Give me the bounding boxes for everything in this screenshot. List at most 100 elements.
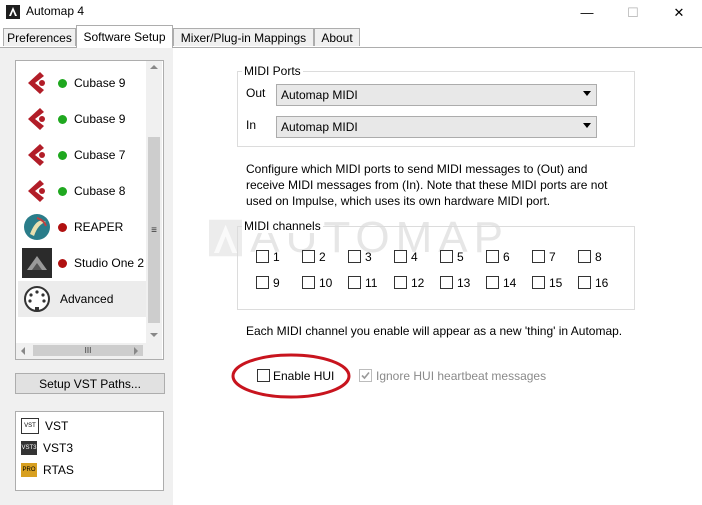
midi-in-value: Automap MIDI [281, 120, 358, 134]
plugin-format-label: VST3 [43, 441, 74, 455]
chevron-down-icon [583, 91, 591, 96]
channel-checkbox-11[interactable] [348, 276, 361, 289]
tab-mixer-plugin-mappings[interactable]: Mixer/Plug-in Mappings [173, 28, 314, 46]
channel-checkbox-2[interactable] [302, 250, 315, 263]
daw-list[interactable]: Cubase 9 Cubase 9 Cubase 7 Cubase 8 REAP… [15, 60, 164, 360]
channel-checkbox-8[interactable] [578, 250, 591, 263]
vst-icon: VST [21, 418, 39, 434]
maximize-button[interactable]: ☐ [610, 0, 656, 25]
ignore-hui-heartbeat-label: Ignore HUI heartbeat messages [376, 369, 547, 383]
status-dot-green [58, 114, 67, 124]
channel-label: 2 [319, 250, 326, 264]
channel-label: 14 [503, 276, 517, 290]
channel-label: 8 [595, 250, 602, 264]
channel-checkbox-15[interactable] [532, 276, 545, 289]
channel-label: 16 [595, 276, 609, 290]
cubase-icon [22, 68, 52, 98]
automap-app-icon [6, 5, 20, 19]
channel-checkbox-9[interactable] [256, 276, 269, 289]
channel-checkbox-10[interactable] [302, 276, 315, 289]
reaper-icon [24, 214, 50, 240]
tab-about[interactable]: About [314, 28, 360, 46]
list-item[interactable]: VST3 VST3 [21, 439, 73, 457]
channel-checkbox-1[interactable] [256, 250, 269, 263]
daw-label: Studio One 2 [74, 256, 145, 270]
channel-checkbox-14[interactable] [486, 276, 499, 289]
list-item[interactable]: Cubase 9 [18, 65, 148, 101]
daw-label: Cubase 9 [74, 112, 126, 126]
minimize-button[interactable]: — [564, 0, 610, 25]
cubase-icon [22, 140, 52, 170]
channel-checkbox-16[interactable] [578, 276, 591, 289]
midi-ports-title: MIDI Ports [242, 64, 303, 78]
status-dot-red [58, 222, 67, 232]
list-item[interactable]: PRO RTAS [21, 461, 74, 479]
daw-label: Advanced [60, 292, 114, 306]
scroll-up-icon[interactable] [150, 65, 158, 69]
midi-out-select[interactable]: Automap MIDI [276, 84, 597, 106]
scroll-down-icon[interactable] [150, 333, 158, 337]
highlight-circle-annotation [231, 353, 351, 399]
list-item[interactable]: Studio One 2 [18, 245, 148, 281]
daw-label: REAPER [74, 220, 124, 234]
scroll-right-icon[interactable] [134, 347, 138, 355]
window-title: Automap 4 [26, 4, 85, 18]
scroll-left-icon[interactable] [21, 347, 25, 355]
channel-label: 12 [411, 276, 425, 290]
list-item[interactable]: Cubase 9 [18, 101, 148, 137]
channel-checkbox-6[interactable] [486, 250, 499, 263]
midi-in-select[interactable]: Automap MIDI [276, 116, 597, 138]
close-button[interactable]: ✕ [656, 0, 702, 25]
midi-channels-group [237, 226, 635, 310]
status-dot-green [58, 186, 67, 196]
list-item[interactable]: Cubase 7 [18, 137, 148, 173]
channel-label: 7 [549, 250, 556, 264]
channel-checkbox-7[interactable] [532, 250, 545, 263]
channel-checkbox-5[interactable] [440, 250, 453, 263]
tab-preferences[interactable]: Preferences [3, 28, 76, 46]
channel-label: 4 [411, 250, 418, 264]
status-dot-green [58, 78, 67, 88]
channel-checkbox-4[interactable] [394, 250, 407, 263]
plugin-format-list[interactable]: VST VST VST3 VST3 PRO RTAS [15, 411, 164, 491]
studio-one-icon [22, 248, 52, 278]
ignore-hui-heartbeat-checkbox[interactable] [359, 369, 372, 382]
channel-checkbox-3[interactable] [348, 250, 361, 263]
software-setup-panel: MIDI Ports Out Automap MIDI In Automap M… [173, 48, 702, 505]
setup-vst-paths-button[interactable]: Setup VST Paths... [15, 373, 165, 394]
channel-checkbox-13[interactable] [440, 276, 453, 289]
channel-label: 6 [503, 250, 510, 264]
vst3-icon: VST3 [21, 441, 37, 455]
channel-label: 1 [273, 250, 280, 264]
daw-label: Cubase 7 [74, 148, 126, 162]
plugin-format-label: VST [45, 419, 69, 433]
list-item[interactable]: VST VST [21, 417, 68, 435]
list-item[interactable]: REAPER [18, 209, 148, 245]
status-dot-green [58, 150, 67, 160]
channel-label: 15 [549, 276, 563, 290]
in-label: In [246, 118, 257, 132]
out-label: Out [246, 86, 266, 100]
horizontal-scrollbar[interactable]: III [16, 343, 162, 359]
midi-out-value: Automap MIDI [281, 88, 358, 102]
status-dot-red [58, 258, 67, 268]
channel-label: 3 [365, 250, 372, 264]
title-bar: Automap 4 — ☐ ✕ [0, 0, 702, 25]
midi-din-icon [24, 286, 50, 312]
scroll-thumb[interactable]: III [33, 345, 143, 356]
cubase-icon [22, 104, 52, 134]
channel-checkbox-12[interactable] [394, 276, 407, 289]
list-item-selected[interactable]: Advanced [18, 281, 148, 317]
tab-software-setup[interactable]: Software Setup [76, 25, 173, 48]
scroll-thumb[interactable]: ≡ [148, 137, 160, 323]
chevron-down-icon [583, 123, 591, 128]
plugin-format-label: RTAS [43, 463, 74, 477]
channel-label: 11 [365, 276, 378, 290]
list-item[interactable]: Cubase 8 [18, 173, 148, 209]
rtas-icon: PRO [21, 463, 37, 477]
midi-channels-title: MIDI channels [242, 219, 323, 233]
channel-label: 5 [457, 250, 464, 264]
vertical-scrollbar[interactable]: ≡ [146, 61, 162, 343]
checkmark-icon [361, 371, 370, 380]
daw-label: Cubase 9 [74, 76, 126, 90]
